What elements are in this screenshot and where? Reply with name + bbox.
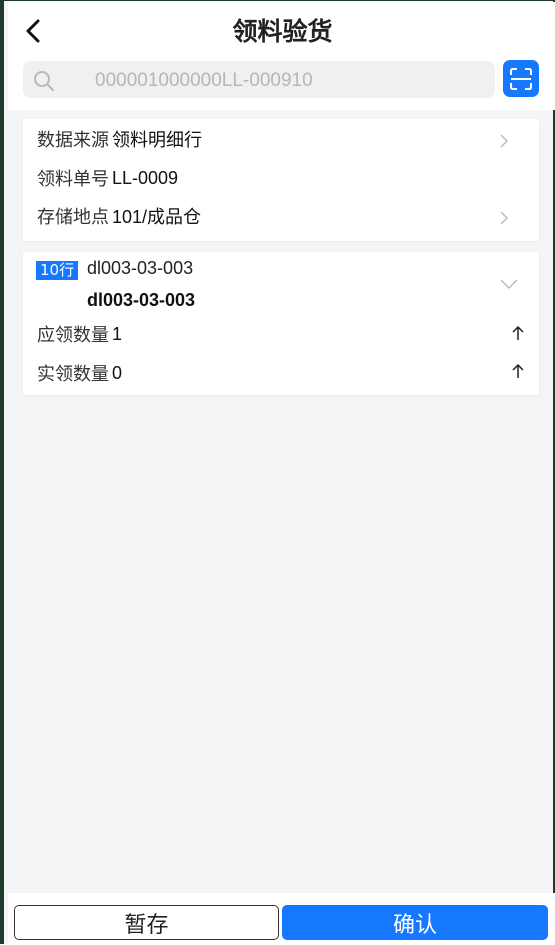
header-bar: 领料验货 xyxy=(8,2,555,56)
required-qty-row: 应领数量 1 xyxy=(37,319,525,349)
confirm-button[interactable]: 确认 xyxy=(282,905,548,940)
actual-qty-row: 实领数量 0 xyxy=(37,358,525,388)
location-value: 101/成品仓 xyxy=(112,207,202,227)
line-badge: 10行 xyxy=(36,261,79,280)
save-draft-button[interactable]: 暂存 xyxy=(14,905,279,940)
location-label: 存储地点 xyxy=(37,207,109,228)
chevron-right-icon xyxy=(500,134,509,148)
data-source-label: 数据来源 xyxy=(37,130,109,151)
data-source-value: 领料明细行 xyxy=(112,130,202,150)
search-box[interactable] xyxy=(23,61,495,100)
chevron-right-icon xyxy=(500,211,509,225)
arrow-up-icon[interactable] xyxy=(511,325,525,341)
arrow-up-icon[interactable] xyxy=(511,363,525,379)
search-input[interactable] xyxy=(93,61,487,100)
actual-qty-value: 0 xyxy=(112,362,123,383)
item-code: dl003-03-003 xyxy=(87,258,194,278)
chevron-down-icon[interactable] xyxy=(499,278,519,290)
scan-icon xyxy=(510,67,532,90)
item-name: dl003-03-003 xyxy=(87,290,196,310)
order-info-card: 数据来源 领料明细行 领料单号 LL-0009 存储地点 101/成品仓 xyxy=(23,119,539,241)
order-no-row: 领料单号 LL-0009 xyxy=(37,163,525,193)
required-qty-value: 1 xyxy=(112,323,123,344)
data-source-row[interactable]: 数据来源 领料明细行 xyxy=(37,124,525,154)
order-no-label: 领料单号 xyxy=(37,169,109,190)
page-title: 领料验货 xyxy=(232,17,333,46)
actual-qty-label: 实领数量 xyxy=(37,364,109,385)
search-row xyxy=(8,56,555,110)
location-row[interactable]: 存储地点 101/成品仓 xyxy=(37,201,525,231)
item-card: 10行 dl003-03-003 dl003-03-003 应领数量 1 实领数… xyxy=(23,252,539,395)
order-no-value: LL-0009 xyxy=(112,167,179,188)
required-qty-label: 应领数量 xyxy=(37,325,109,346)
app-frame: 领料验货 数据来源 领料明细行 xyxy=(0,0,555,945)
search-icon xyxy=(33,70,55,96)
bottom-action-bar: 暂存 确认 xyxy=(8,893,555,945)
scan-button[interactable] xyxy=(503,60,539,97)
